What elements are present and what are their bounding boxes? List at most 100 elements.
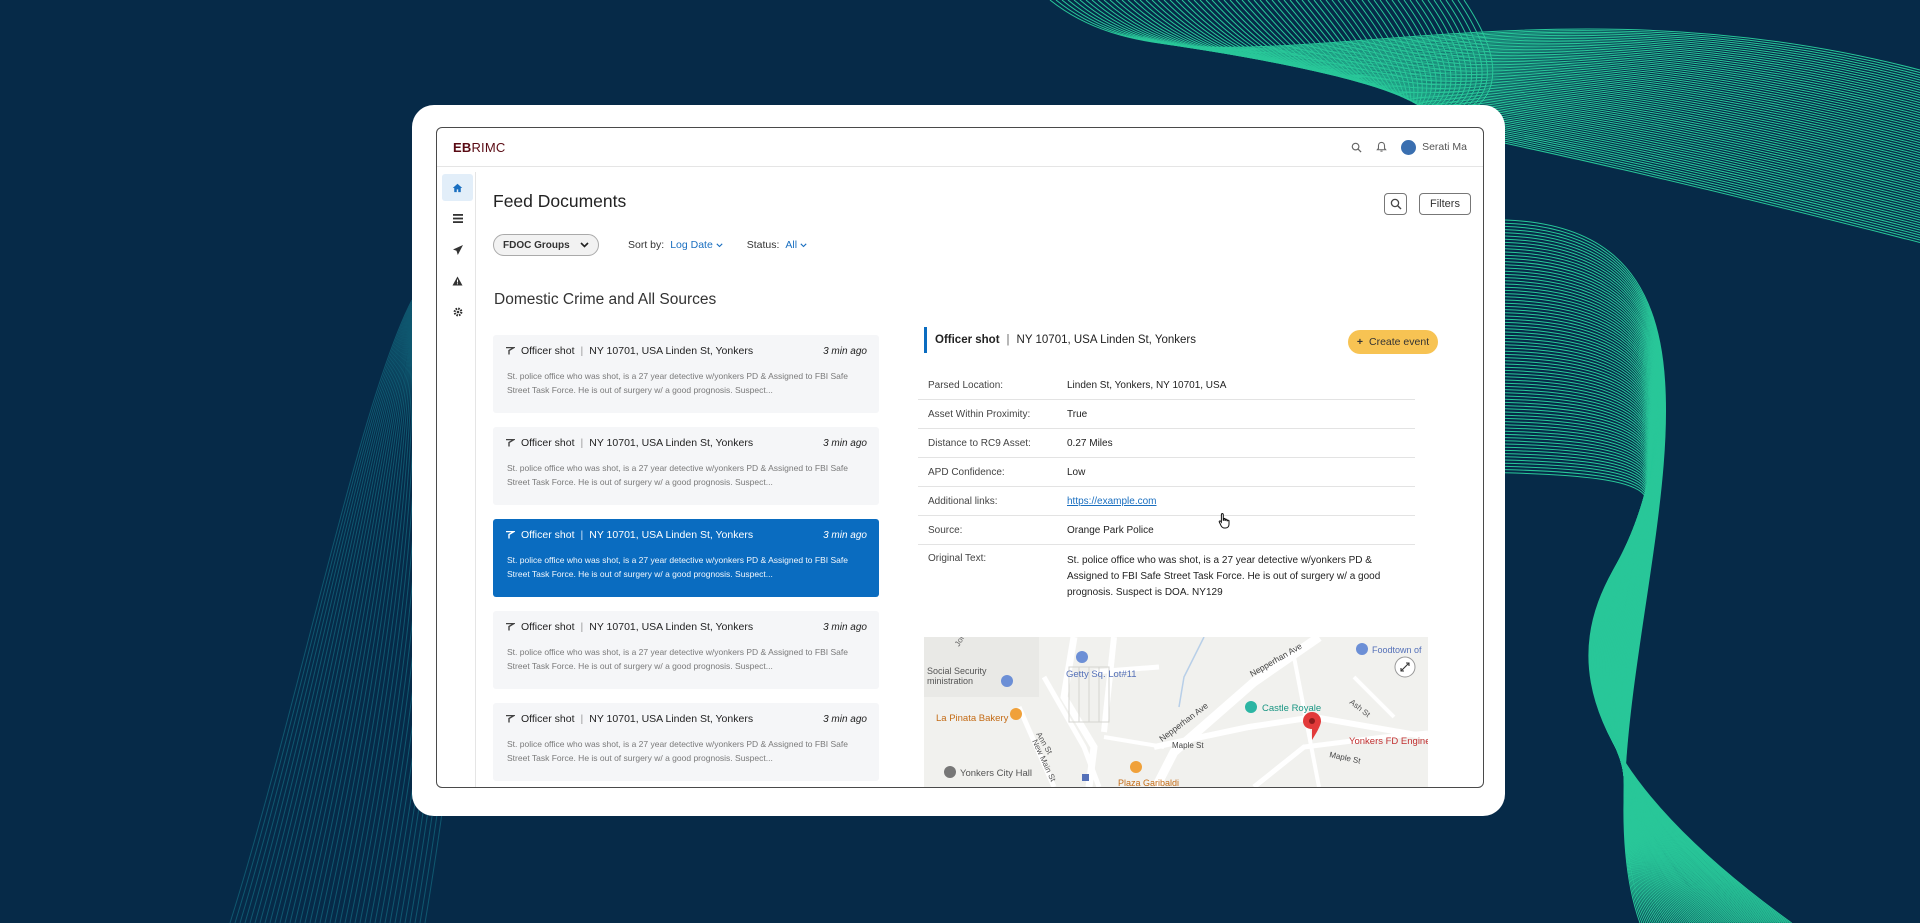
svg-text:Plaza Garibaldi: Plaza Garibaldi — [1118, 778, 1179, 787]
flag-icon — [506, 439, 515, 447]
property-label: Additional links: — [928, 495, 998, 507]
search-button[interactable] — [1384, 193, 1407, 215]
avatar — [1401, 139, 1417, 155]
sidebar — [441, 172, 476, 787]
property-value: Linden St, Yonkers, NY 10701, USA — [1067, 379, 1227, 391]
chevron-down-icon — [580, 240, 589, 251]
svg-text:Social Security: Social Security — [927, 666, 987, 676]
chevron-down-icon — [800, 243, 807, 248]
property-label: Asset Within Proximity: — [928, 408, 1031, 420]
gear-icon — [453, 307, 462, 316]
page-title: Feed Documents — [493, 191, 627, 211]
location-map[interactable]: John Social Security ministration Getty … — [924, 637, 1428, 787]
property-value: Orange Park Police — [1067, 524, 1154, 536]
property-label: Parsed Location: — [928, 379, 1004, 391]
feed-card-time: 3 min ago — [823, 713, 867, 725]
detail-location: NY 10701, USA Linden St, Yonkers — [1016, 334, 1196, 346]
home-icon — [452, 183, 463, 192]
app-window: EBRIMC Serati Ma Feed Documents Filters … — [436, 127, 1484, 788]
feed-card-title: Officer shot — [521, 437, 575, 449]
svg-text:La Pinata Bakery: La Pinata Bakery — [936, 713, 1009, 724]
feed-card-location: NY 10701, USA Linden St, Yonkers — [589, 529, 754, 541]
feed-card[interactable]: Officer shot | NY 10701, USA Linden St, … — [493, 703, 879, 781]
feed-card-title: Officer shot — [521, 713, 575, 725]
feed-card-body: St. police office who was shot, is a 27 … — [507, 463, 848, 487]
feed-card-selected[interactable]: Officer shot | NY 10701, USA Linden St, … — [493, 519, 879, 597]
svg-text:Yonkers FD Engine: Yonkers FD Engine — [1349, 736, 1428, 747]
feed-card-body: St. police office who was shot, is a 27 … — [507, 739, 848, 763]
plus-icon: + — [1356, 336, 1363, 348]
feed-card-time: 3 min ago — [823, 437, 867, 449]
feed-controls: FDOC Groups Sort by: Log Date Status: Al… — [493, 234, 807, 256]
property-row: Distance to RC9 Asset: 0.27 Miles — [918, 429, 1415, 458]
feed-card-title: Officer shot — [521, 529, 575, 541]
feed-card-title: Officer shot — [521, 345, 575, 357]
property-label: Source: — [928, 524, 963, 536]
feed-card-body: St. police office who was shot, is a 27 … — [507, 647, 848, 671]
user-menu[interactable]: Serati Ma — [1401, 139, 1467, 155]
feed-card-body: St. police office who was shot, is a 27 … — [507, 371, 848, 395]
svg-text:Yonkers City Hall: Yonkers City Hall — [960, 768, 1032, 779]
property-label: Original Text: — [928, 553, 987, 564]
sort-dropdown[interactable]: Log Date — [670, 239, 723, 251]
flag-icon — [506, 531, 515, 539]
property-row: Additional links: https://example.com — [918, 487, 1415, 516]
feed-card-time: 3 min ago — [823, 621, 867, 633]
feed-card-time: 3 min ago — [823, 345, 867, 357]
filters-button[interactable]: Filters — [1419, 193, 1471, 215]
user-name: Serati Ma — [1422, 141, 1467, 153]
additional-link[interactable]: https://example.com — [1067, 496, 1156, 507]
feed-card-title: Officer shot — [521, 621, 575, 633]
feed-card-location: NY 10701, USA Linden St, Yonkers — [589, 437, 754, 449]
svg-text:Getty Sq. Lot#11: Getty Sq. Lot#11 — [1066, 669, 1137, 680]
property-value: True — [1067, 408, 1088, 420]
flag-icon — [506, 347, 515, 355]
detail-properties: Parsed Location: Linden St, Yonkers, NY … — [918, 371, 1415, 601]
send-icon — [452, 244, 463, 255]
original-text: St. police office who was shot, is a 27 … — [1067, 555, 1381, 598]
app-logo[interactable]: EBRIMC — [453, 140, 506, 155]
list-icon — [452, 214, 463, 223]
create-event-button[interactable]: + Create event — [1348, 330, 1438, 354]
svg-text:Foodtown of: Foodtown of — [1372, 645, 1422, 655]
property-row-original-text: Original Text: St. police office who was… — [918, 545, 1415, 601]
detail-title: Officer shot — [935, 334, 1000, 346]
group-select-value: FDOC Groups — [503, 239, 570, 251]
feed-card-time: 3 min ago — [823, 529, 867, 541]
property-label: APD Confidence: — [928, 466, 1005, 478]
feed-card[interactable]: Officer shot | NY 10701, USA Linden St, … — [493, 427, 879, 505]
sort-label: Sort by: — [628, 239, 665, 251]
property-row: APD Confidence: Low — [918, 458, 1415, 487]
property-value: 0.27 Miles — [1067, 437, 1113, 449]
sidebar-item-alerts[interactable] — [442, 267, 473, 294]
bell-icon[interactable] — [1376, 141, 1387, 153]
feed-card-body: St. police office who was shot, is a 27 … — [507, 555, 848, 579]
warning-icon — [452, 276, 463, 285]
feed-card[interactable]: Officer shot | NY 10701, USA Linden St, … — [493, 335, 879, 413]
feed-card[interactable]: Officer shot | NY 10701, USA Linden St, … — [493, 611, 879, 689]
feed-card-location: NY 10701, USA Linden St, Yonkers — [589, 621, 754, 633]
status-label: Status: — [746, 239, 780, 251]
group-select[interactable]: FDOC Groups — [493, 234, 599, 256]
property-value: Low — [1067, 466, 1086, 478]
detail-panel: Officer shot | NY 10701, USA Linden St, … — [918, 327, 1438, 787]
cursor-hand-icon — [1218, 513, 1230, 529]
section-title: Domestic Crime and All Sources — [494, 291, 717, 308]
property-row: Parsed Location: Linden St, Yonkers, NY … — [918, 371, 1415, 400]
status-dropdown[interactable]: All — [785, 239, 807, 251]
property-row: Source: Orange Park Police — [918, 516, 1415, 545]
main-content: Feed Documents Filters FDOC Groups Sort … — [493, 167, 1483, 787]
property-row: Asset Within Proximity: True — [918, 400, 1415, 429]
search-icon — [1390, 198, 1401, 210]
chevron-down-icon — [716, 243, 723, 248]
feed-list: Officer shot | NY 10701, USA Linden St, … — [493, 335, 879, 787]
sidebar-item-settings[interactable] — [442, 298, 473, 325]
flag-icon — [506, 715, 515, 723]
sidebar-item-send[interactable] — [442, 236, 473, 263]
sidebar-item-home[interactable] — [442, 174, 473, 201]
svg-text:Maple St: Maple St — [1172, 741, 1204, 750]
sidebar-item-list[interactable] — [442, 205, 473, 232]
svg-text:ministration: ministration — [927, 676, 973, 686]
search-icon[interactable] — [1351, 142, 1362, 153]
top-bar: EBRIMC Serati Ma — [437, 128, 1483, 167]
